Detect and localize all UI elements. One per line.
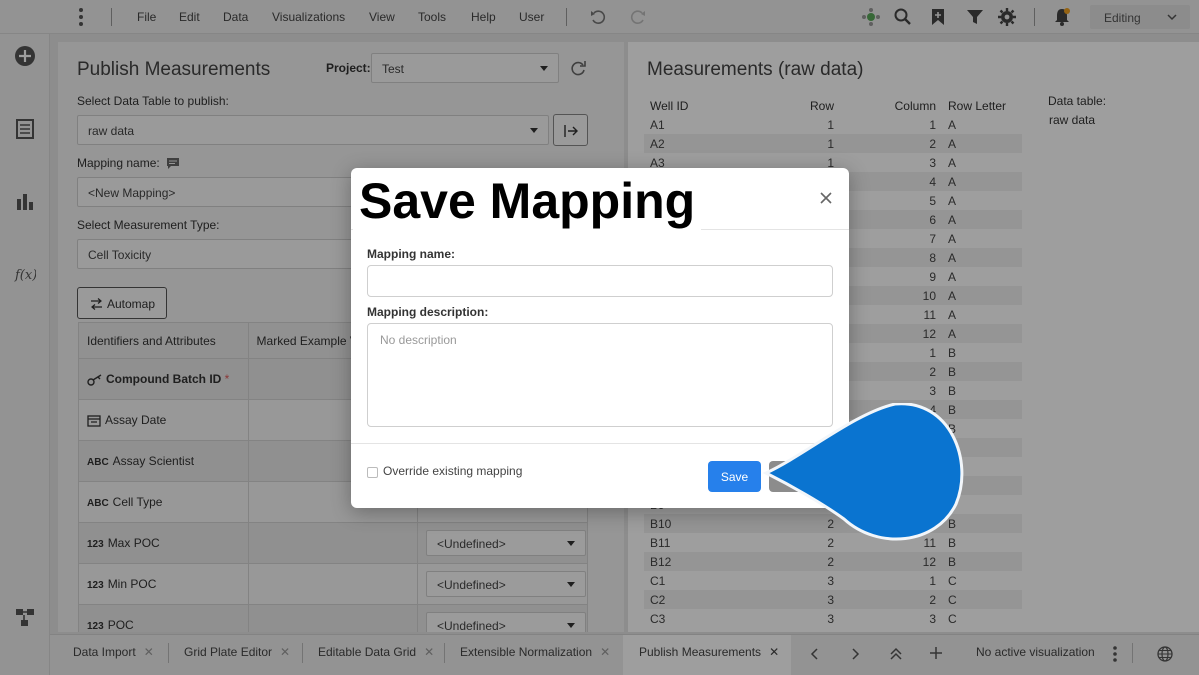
- override-label[interactable]: Override existing mapping: [383, 464, 522, 478]
- mapping-name-input[interactable]: [367, 265, 833, 297]
- callout-pointer: [762, 403, 964, 541]
- dialog-title: Save Mapping: [353, 170, 702, 232]
- mapping-description-label: Mapping description:: [367, 305, 489, 319]
- save-button[interactable]: Save: [708, 461, 761, 492]
- close-icon[interactable]: [818, 190, 834, 206]
- override-checkbox[interactable]: [367, 467, 378, 478]
- dialog-header: Save Mapping: [351, 168, 849, 232]
- description-placeholder: No description: [380, 333, 457, 347]
- mapping-name-label: Mapping name:: [367, 247, 456, 261]
